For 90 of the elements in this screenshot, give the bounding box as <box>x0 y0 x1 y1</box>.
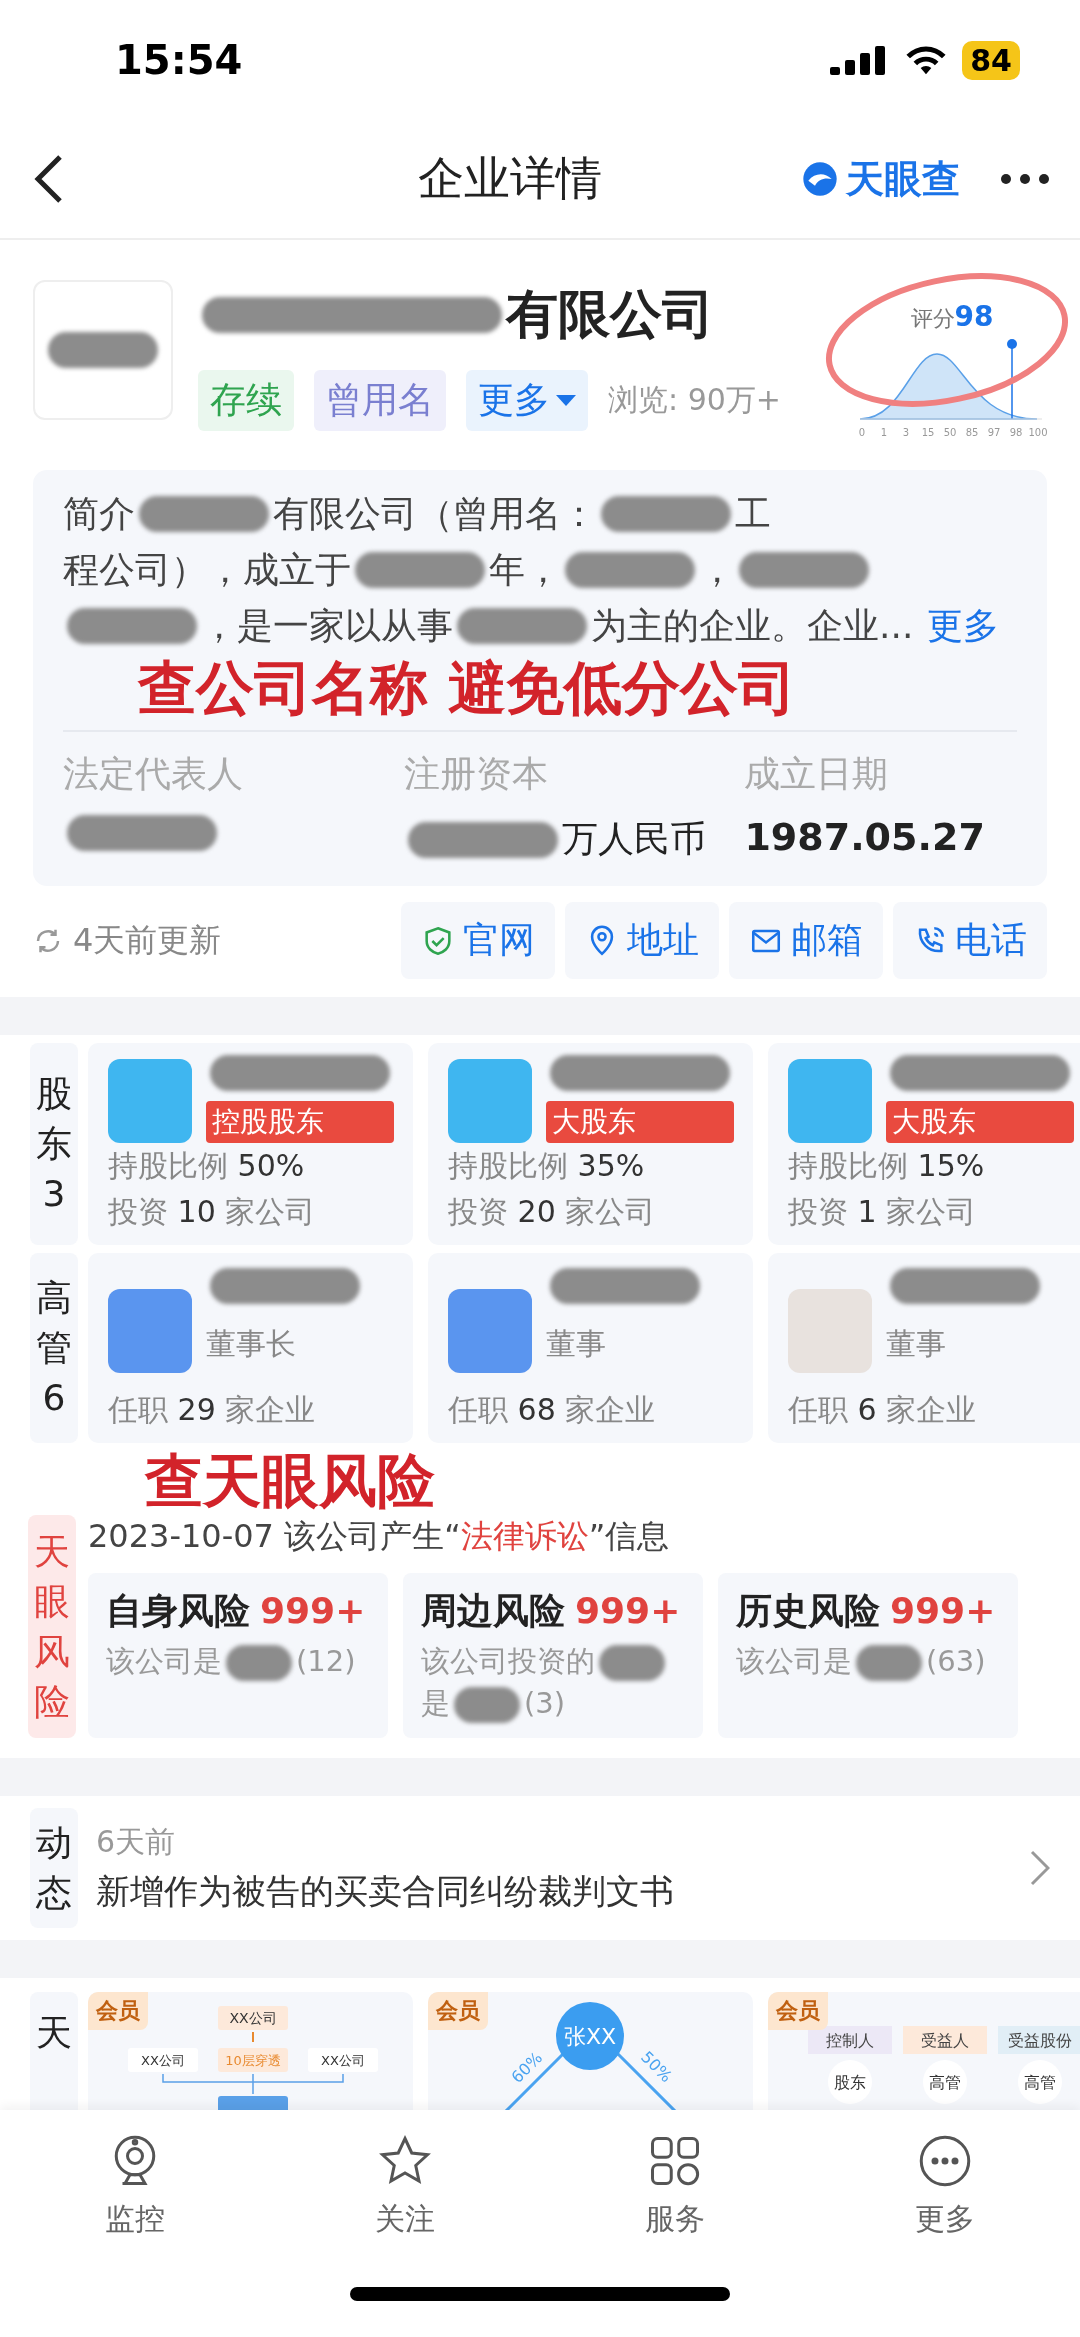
executive-card[interactable]: 董事 任职 68 家企业 <box>428 1253 753 1443</box>
view-count: 浏览: 90万+ <box>608 381 781 419</box>
tab-button[interactable]: 关注 <box>315 2130 495 2241</box>
chevron-right-icon <box>1030 1850 1050 1886</box>
shareholder-card[interactable]: 控股股东 持股比例 50% 投资 10 家公司 <box>88 1043 413 1245</box>
section-label: 动态 <box>30 1808 78 1928</box>
section-label: 股东 3 <box>30 1043 78 1245</box>
update-time: 4天前更新 <box>73 919 223 961</box>
investment-count: 投资 1 家公司 <box>788 1193 978 1231</box>
position-count: 任职 29 家企业 <box>108 1391 317 1429</box>
shareholder-card[interactable]: 大股东 持股比例 35% 投资 20 家公司 <box>428 1043 753 1245</box>
share-ratio: 持股比例 15% <box>788 1147 986 1185</box>
annotation-text: 查天眼风险 <box>143 1447 435 1515</box>
redaction-mark <box>226 1645 292 1681</box>
risk-description: 该公司是 <box>736 1644 852 1678</box>
score-label: 评分98 <box>910 300 994 334</box>
intro-text: 程公司），成立于 <box>63 548 351 592</box>
position-count: 任职 68 家企业 <box>448 1391 657 1429</box>
contact-button[interactable]: 电话 <box>893 902 1047 979</box>
position-count: 任职 6 家企业 <box>788 1391 978 1429</box>
redaction-mark <box>856 1645 922 1681</box>
intro-text: 有限公司（曾用名： <box>273 492 597 536</box>
graph-card[interactable]: XX公司 XX公司 10层穿透 XX公司 会员 <box>88 1992 413 2110</box>
risk-card[interactable]: 周边风险 999+ 该公司投资的 是 (3) <box>403 1573 703 1738</box>
redaction-mark <box>599 1645 665 1681</box>
section-label: 高管 6 <box>30 1253 78 1443</box>
annotation-text: 查公司名称 避免低分公司 <box>136 654 797 722</box>
status-time: 15:54 <box>115 37 243 83</box>
member-badge: 会员 <box>768 1992 828 2030</box>
risk-description: (63) <box>926 1644 986 1678</box>
risk-card[interactable]: 自身风险 999+ 该公司是 (12) <box>88 1573 388 1738</box>
news-time: 6天前 <box>96 1822 177 1861</box>
page-title: 企业详情 <box>417 150 603 207</box>
caret-icon <box>556 394 576 407</box>
fact-value: 万人民币 <box>561 817 706 861</box>
contact-button[interactable]: 官网 <box>401 902 555 979</box>
risk-description: 是 <box>421 1686 450 1720</box>
more-options-icon[interactable] <box>1000 173 1050 185</box>
shareholder-tag: 大股东 <box>886 1101 1074 1143</box>
company-name: 有限公司 <box>506 283 714 346</box>
contact-button[interactable]: 邮箱 <box>729 902 883 979</box>
company-tag: 曾用名 <box>314 370 446 431</box>
fact-label: 注册资本 <box>403 752 549 796</box>
risk-title: 自身风险 999+ <box>106 1589 367 1633</box>
risk-card[interactable]: 历史风险 999+ 该公司是 (63) <box>718 1573 1018 1738</box>
graph-card[interactable]: 控制人 受益人 受益股份 股东 高管 高管 会员 <box>768 1992 1080 2110</box>
tab-button[interactable]: 监控 <box>45 2130 225 2241</box>
shareholder-tag: 大股东 <box>546 1101 734 1143</box>
investment-count: 投资 10 家公司 <box>108 1193 317 1231</box>
risk-description: (3) <box>524 1686 566 1720</box>
risk-description: (12) <box>296 1644 356 1678</box>
redaction-mark <box>454 1687 520 1723</box>
executive-role: 董事长 <box>206 1325 297 1363</box>
member-badge: 会员 <box>428 1992 488 2030</box>
intro-text: ， <box>699 548 735 592</box>
intro-text: 年， <box>489 548 561 592</box>
battery-level: 84 <box>962 40 1020 80</box>
brand-logo: 天眼查 <box>800 153 960 205</box>
tab-button[interactable]: 更多 <box>855 2130 1035 2241</box>
more-link[interactable]: 更多 <box>927 598 1000 654</box>
executive-card[interactable]: 董事长 任职 29 家企业 <box>88 1253 413 1443</box>
intro-text: 工 <box>735 492 771 536</box>
shareholder-card[interactable]: 大股东 持股比例 15% 投资 1 家公司 <box>768 1043 1080 1245</box>
fact-label: 法定代表人 <box>63 752 244 796</box>
intro-text: 简介 <box>63 492 135 536</box>
risk-title: 周边风险 999+ <box>421 1589 682 1633</box>
section-label: 天眼风险 <box>28 1515 76 1738</box>
executive-card[interactable]: 董事 任职 6 家企业 <box>768 1253 1080 1443</box>
company-tag: 存续 <box>198 370 294 431</box>
news-text: 新增作为被告的买卖合同纠纷裁判文书 <box>96 1869 675 1913</box>
fact-value: 1987.05.27 <box>744 815 986 859</box>
intro-text: 为主的企业。企业... <box>591 604 914 648</box>
share-ratio: 持股比例 35% <box>448 1147 646 1185</box>
risk-description: 该公司是 <box>106 1644 222 1678</box>
shareholder-tag: 控股股东 <box>206 1101 394 1143</box>
member-badge: 会员 <box>88 1992 148 2030</box>
intro-text: ，是一家以从事 <box>201 604 453 648</box>
risk-notice: 2023-10-07 该公司产生“法律诉讼”信息 <box>88 1516 671 1557</box>
news-row[interactable]: 动态 6天前 新增作为被告的买卖合同纠纷裁判文书 <box>0 1796 1080 1940</box>
fact-label: 成立日期 <box>744 752 890 796</box>
tab-button[interactable]: 服务 <box>585 2130 765 2241</box>
executive-role: 董事 <box>886 1325 947 1363</box>
investment-count: 投资 20 家公司 <box>448 1193 657 1231</box>
risk-description: 该公司投资的 <box>421 1644 595 1678</box>
risk-title: 历史风险 999+ <box>736 1589 997 1633</box>
executive-role: 董事 <box>546 1325 607 1363</box>
contact-button[interactable]: 地址 <box>565 902 719 979</box>
more-dropdown[interactable]: 更多 <box>466 370 588 431</box>
section-label: 天 <box>30 1992 78 2110</box>
share-ratio: 持股比例 50% <box>108 1147 306 1185</box>
